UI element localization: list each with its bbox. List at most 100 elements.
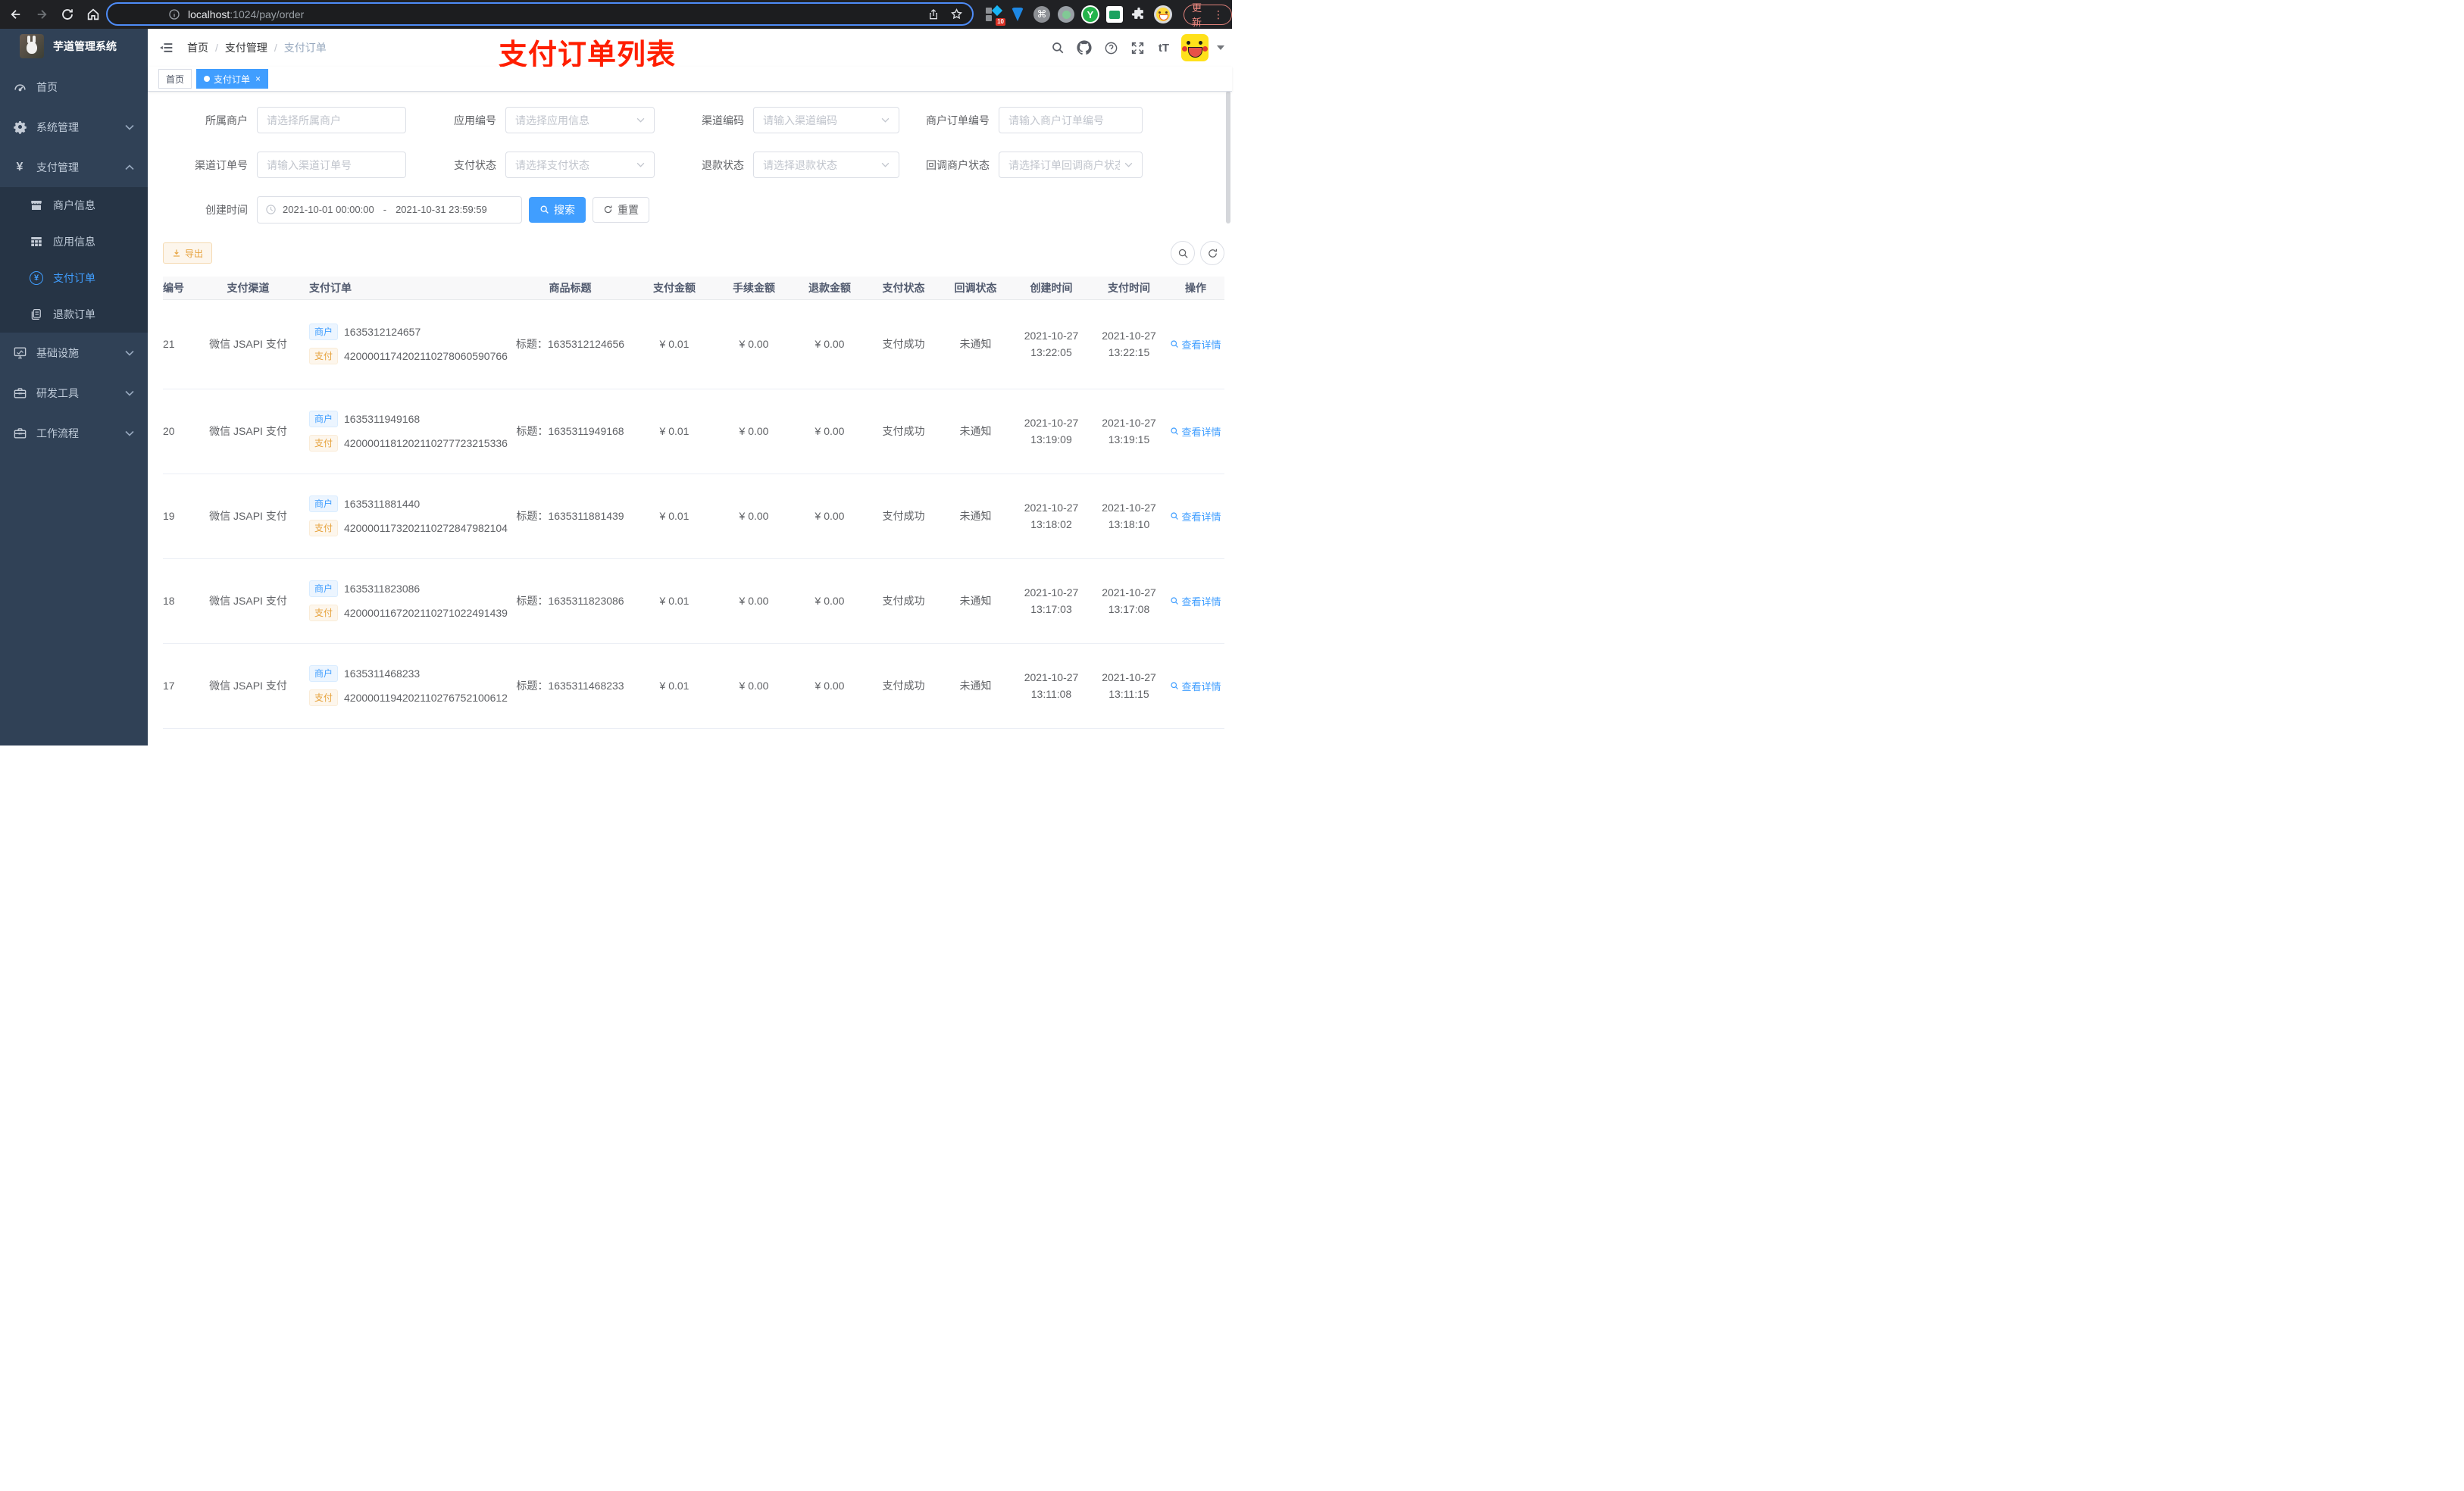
notify-status-select[interactable]: 请选择订单回调商户状态 <box>999 152 1143 178</box>
browser-home-icon[interactable] <box>83 5 103 24</box>
row-pay-amount: ¥ 0.01 <box>633 558 716 644</box>
merchant-no: 1635311823086 <box>344 583 421 595</box>
pay-no: 4200001181202110277723215336 <box>344 437 508 449</box>
fullscreen-icon[interactable] <box>1128 39 1146 57</box>
table-row: 20 微信 JSAPI 支付 商户 1635311949168 支付 42000… <box>163 389 1224 474</box>
browser-menu-icon[interactable]: ⋮ <box>1213 8 1224 21</box>
row-pay-amount: ¥ 0.01 <box>633 643 716 729</box>
col-channel: 支付渠道 <box>193 277 303 300</box>
breadcrumb-payment[interactable]: 支付管理 <box>225 40 267 55</box>
share-icon[interactable] <box>927 8 940 20</box>
extension-kite-icon[interactable] <box>1008 5 1027 24</box>
view-detail-link[interactable]: 查看详情 <box>1170 594 1221 608</box>
close-icon[interactable]: × <box>255 73 261 84</box>
extension-chat-icon[interactable] <box>1105 5 1124 24</box>
row-pay-amount: ¥ 0.01 <box>633 474 716 559</box>
view-detail-link[interactable]: 查看详情 <box>1170 509 1221 524</box>
row-pay-amount: ¥ 0.01 <box>633 299 716 389</box>
col-create-time: 创建时间 <box>1012 277 1091 300</box>
sidebar-item-dev-tools[interactable]: 研发工具 <box>0 373 148 413</box>
sidebar-item-system[interactable]: 系统管理 <box>0 107 148 147</box>
row-id: 19 <box>163 474 193 559</box>
merchant-order-no-input[interactable] <box>999 107 1143 133</box>
extension-command-icon[interactable]: ⌘ <box>1032 5 1052 24</box>
row-actions: 查看详情 <box>1167 558 1224 644</box>
row-pay-amount: ¥ 0.01 <box>633 389 716 474</box>
row-channel: 微信 JSAPI 支付 <box>193 389 303 474</box>
extension-record-icon[interactable] <box>1056 5 1076 24</box>
chevron-down-icon <box>881 117 890 123</box>
breadcrumb-home[interactable]: 首页 <box>187 40 208 55</box>
sidebar-item-workflow[interactable]: 工作流程 <box>0 413 148 453</box>
row-channel: 微信 JSAPI 支付 <box>193 474 303 559</box>
sidebar-logo[interactable]: 芋道管理系统 <box>0 29 148 64</box>
page-scrollbar[interactable] <box>1226 91 1230 223</box>
merchant-tag: 商户 <box>309 411 339 427</box>
browser-reload-icon[interactable] <box>58 5 77 24</box>
reset-button[interactable]: 重置 <box>593 196 649 223</box>
sidebar-item-infrastructure[interactable]: 基础设施 <box>0 333 148 373</box>
sidebar-item-pay-order[interactable]: ¥ 支付订单 <box>0 260 148 296</box>
avatar-caret-icon[interactable] <box>1217 45 1224 50</box>
site-info-icon[interactable] <box>168 8 180 20</box>
tab-pay-order[interactable]: 支付订单 × <box>196 69 269 89</box>
sidebar-collapse-icon[interactable] <box>157 39 175 57</box>
row-create-time: 2021-10-27 13:19:09 <box>1012 389 1091 474</box>
search-icon[interactable] <box>1049 39 1067 57</box>
row-title: 标题：1635312124656 <box>508 299 633 389</box>
row-refund-amount: ¥ 0.00 <box>792 558 868 644</box>
sidebar-item-refund-order[interactable]: 退款订单 <box>0 296 148 333</box>
row-notify-status: 未通知 <box>940 389 1012 474</box>
row-pay-status: 支付成功 <box>868 558 940 644</box>
browser-forward-icon[interactable] <box>32 5 52 24</box>
app-id-select[interactable]: 请选择应用信息 <box>505 107 655 133</box>
sidebar-item-home[interactable]: 首页 <box>0 67 148 107</box>
table-search-toggle-icon[interactable] <box>1171 241 1195 265</box>
search-button[interactable]: 搜索 <box>529 196 586 223</box>
channel-code-select[interactable]: 请输入渠道编码 <box>753 107 899 133</box>
monitor-icon <box>11 344 29 362</box>
extension-puzzle-icon[interactable] <box>1129 5 1149 24</box>
row-notify-status: 未通知 <box>940 558 1012 644</box>
row-refund-amount: ¥ 0.00 <box>792 389 868 474</box>
view-detail-link[interactable]: 查看详情 <box>1170 424 1221 439</box>
row-id: 21 <box>163 299 193 389</box>
table-row: 18 微信 JSAPI 支付 商户 1635311823086 支付 42000… <box>163 558 1224 644</box>
refund-status-select[interactable]: 请选择退款状态 <box>753 152 899 178</box>
export-button[interactable]: 导出 <box>163 242 213 264</box>
help-icon[interactable] <box>1102 39 1120 57</box>
bookmark-star-icon[interactable] <box>950 8 963 20</box>
extension-emoji-icon[interactable] <box>1153 5 1173 24</box>
row-id: 20 <box>163 389 193 474</box>
browser-back-icon[interactable] <box>6 5 26 24</box>
extension-tag-icon[interactable]: 10 <box>983 5 1005 26</box>
pay-status-select[interactable]: 请选择支付状态 <box>505 152 655 178</box>
view-detail-link[interactable]: 查看详情 <box>1170 337 1221 352</box>
address-bar[interactable]: localhost:1024/pay/order <box>106 2 974 26</box>
pay-tag: 支付 <box>309 520 339 536</box>
row-refund-amount: ¥ 0.00 <box>792 299 868 389</box>
row-fee-amount: ¥ 0.00 <box>716 643 792 729</box>
tab-home[interactable]: 首页 <box>158 69 192 89</box>
table-refresh-icon[interactable] <box>1200 241 1224 265</box>
channel-order-no-input[interactable] <box>257 152 406 178</box>
table-row-partial: 商户 1635311354796 <box>163 728 1224 746</box>
col-notify-status: 回调状态 <box>940 277 1012 300</box>
app-id-label: 应用编号 <box>454 114 496 127</box>
sidebar-item-payment[interactable]: ¥ 支付管理 <box>0 147 148 187</box>
row-pay-time: 2021-10-27 13:19:15 <box>1091 389 1167 474</box>
browser-update-button[interactable]: 更新 ⋮ <box>1184 2 1232 28</box>
create-time-range-picker[interactable]: 2021-10-01 00:00:00 - 2021-10-31 23:59:5… <box>257 195 522 223</box>
clock-icon <box>265 204 277 215</box>
row-pay-order: 商户 1635311823086 支付 42000011672021102710… <box>303 558 508 644</box>
sidebar-item-app-info[interactable]: 应用信息 <box>0 223 148 260</box>
font-size-icon[interactable]: tT <box>1155 39 1173 57</box>
extension-y-icon[interactable]: Y <box>1080 5 1100 24</box>
view-detail-link[interactable]: 查看详情 <box>1170 679 1221 693</box>
github-icon[interactable] <box>1075 39 1093 57</box>
col-title: 商品标题 <box>508 277 633 300</box>
merchant-input[interactable] <box>257 107 406 133</box>
sidebar-item-merchant-info[interactable]: 商户信息 <box>0 187 148 223</box>
merchant-no: 1635311949168 <box>344 413 421 425</box>
avatar[interactable] <box>1181 34 1209 61</box>
